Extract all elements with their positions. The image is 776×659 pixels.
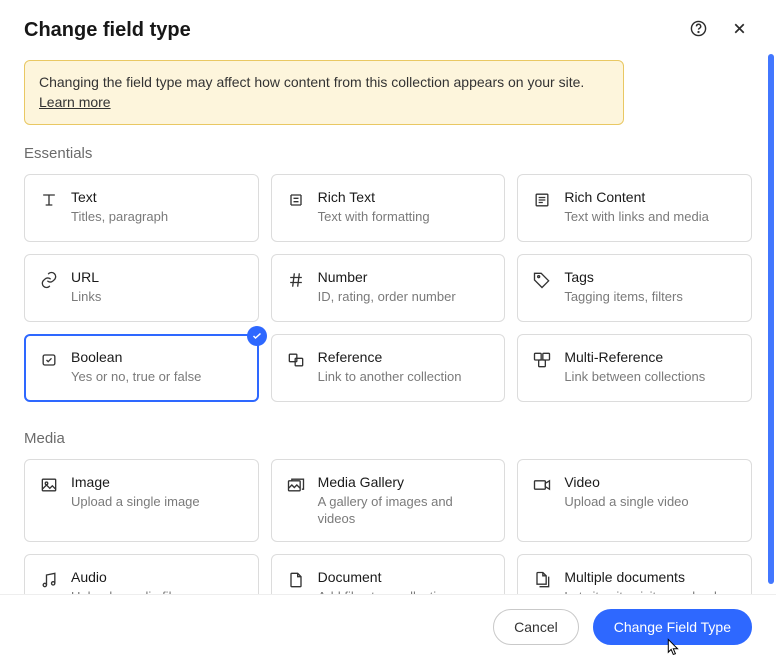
section-label-media: Media xyxy=(24,430,752,447)
close-icon xyxy=(731,20,748,40)
field-type-multiple-documents[interactable]: Multiple documents Let site site visitors… xyxy=(517,554,752,594)
card-title: Image xyxy=(71,474,200,492)
card-title: Audio xyxy=(71,569,179,587)
field-type-reference[interactable]: Reference Link to another collection xyxy=(271,334,506,402)
video-icon xyxy=(532,475,552,495)
card-title: Number xyxy=(318,269,456,287)
card-title: Boolean xyxy=(71,349,201,367)
dialog-title: Change field type xyxy=(24,19,191,42)
card-desc: Link between collections xyxy=(564,369,705,386)
field-type-image[interactable]: Image Upload a single image xyxy=(24,459,259,542)
change-field-type-dialog: Change field type Changing the field typ… xyxy=(0,0,776,659)
help-button[interactable] xyxy=(686,16,711,44)
essentials-grid: Text Titles, paragraph Rich Text Text with… xyxy=(24,174,752,402)
multidoc-icon xyxy=(532,570,552,590)
card-title: Multiple documents xyxy=(564,569,737,587)
card-title: Tags xyxy=(564,269,683,287)
field-type-rich-content[interactable]: Rich Content Text with links and media xyxy=(517,174,752,242)
card-title: Rich Text xyxy=(318,189,430,207)
selected-badge xyxy=(247,326,267,346)
field-type-number[interactable]: Number ID, rating, order number xyxy=(271,254,506,322)
card-desc: Links xyxy=(71,289,101,306)
cancel-button[interactable]: Cancel xyxy=(493,609,579,645)
dialog-footer: Cancel Change Field Type xyxy=(0,594,776,659)
field-type-video[interactable]: Video Upload a single video xyxy=(517,459,752,542)
warning-banner: Changing the field type may affect how c… xyxy=(24,60,624,125)
card-title: Media Gallery xyxy=(318,474,491,492)
card-desc: Titles, paragraph xyxy=(71,209,168,226)
card-desc: A gallery of images and videos xyxy=(318,494,491,528)
card-desc: Link to another collection xyxy=(318,369,462,386)
card-title: Document xyxy=(318,569,451,587)
field-type-multi-reference[interactable]: Multi-Reference Link between collections xyxy=(517,334,752,402)
card-desc: Upload a audio file xyxy=(71,589,179,594)
field-type-url[interactable]: URL Links xyxy=(24,254,259,322)
card-desc: Text with links and media xyxy=(564,209,709,226)
card-desc: Upload a single video xyxy=(564,494,688,511)
ref-icon xyxy=(286,350,306,370)
card-desc: ID, rating, order number xyxy=(318,289,456,306)
learn-more-link[interactable]: Learn more xyxy=(39,94,111,110)
card-desc: Yes or no, true or false xyxy=(71,369,201,386)
field-type-document[interactable]: Document Add files to a collection xyxy=(271,554,506,594)
media-grid: Image Upload a single image Media Gallery… xyxy=(24,459,752,594)
header-actions xyxy=(686,16,752,44)
field-type-audio[interactable]: Audio Upload a audio file xyxy=(24,554,259,594)
link-icon xyxy=(39,270,59,290)
multiref-icon xyxy=(532,350,552,370)
richcontent-icon xyxy=(532,190,552,210)
card-desc: Add files to a collection xyxy=(318,589,451,594)
text-icon xyxy=(39,190,59,210)
card-title: Text xyxy=(71,189,168,207)
dialog-header: Change field type xyxy=(0,0,776,44)
scrollbar-thumb[interactable] xyxy=(768,54,774,584)
card-title: Video xyxy=(564,474,688,492)
card-desc: Upload a single image xyxy=(71,494,200,511)
dialog-body: Changing the field type may affect how c… xyxy=(0,44,776,594)
field-type-tags[interactable]: Tags Tagging items, filters xyxy=(517,254,752,322)
question-icon xyxy=(690,20,707,40)
warning-text: Changing the field type may affect how c… xyxy=(39,74,584,90)
field-type-media-gallery[interactable]: Media Gallery A gallery of images and vid… xyxy=(271,459,506,542)
field-type-boolean[interactable]: Boolean Yes or no, true or false xyxy=(24,334,259,402)
boolean-icon xyxy=(39,350,59,370)
image-icon xyxy=(39,475,59,495)
section-label-essentials: Essentials xyxy=(24,145,752,162)
richtext-icon xyxy=(286,190,306,210)
card-title: URL xyxy=(71,269,101,287)
card-desc: Let site site visitors upload files to a… xyxy=(564,589,737,594)
field-type-text[interactable]: Text Titles, paragraph xyxy=(24,174,259,242)
hash-icon xyxy=(286,270,306,290)
close-button[interactable] xyxy=(727,16,752,44)
card-title: Reference xyxy=(318,349,462,367)
doc-icon xyxy=(286,570,306,590)
field-type-rich-text[interactable]: Rich Text Text with formatting xyxy=(271,174,506,242)
confirm-button[interactable]: Change Field Type xyxy=(593,609,752,645)
gallery-icon xyxy=(286,475,306,495)
card-title: Multi-Reference xyxy=(564,349,705,367)
card-title: Rich Content xyxy=(564,189,709,207)
card-desc: Text with formatting xyxy=(318,209,430,226)
tag-icon xyxy=(532,270,552,290)
audio-icon xyxy=(39,570,59,590)
card-desc: Tagging items, filters xyxy=(564,289,683,306)
